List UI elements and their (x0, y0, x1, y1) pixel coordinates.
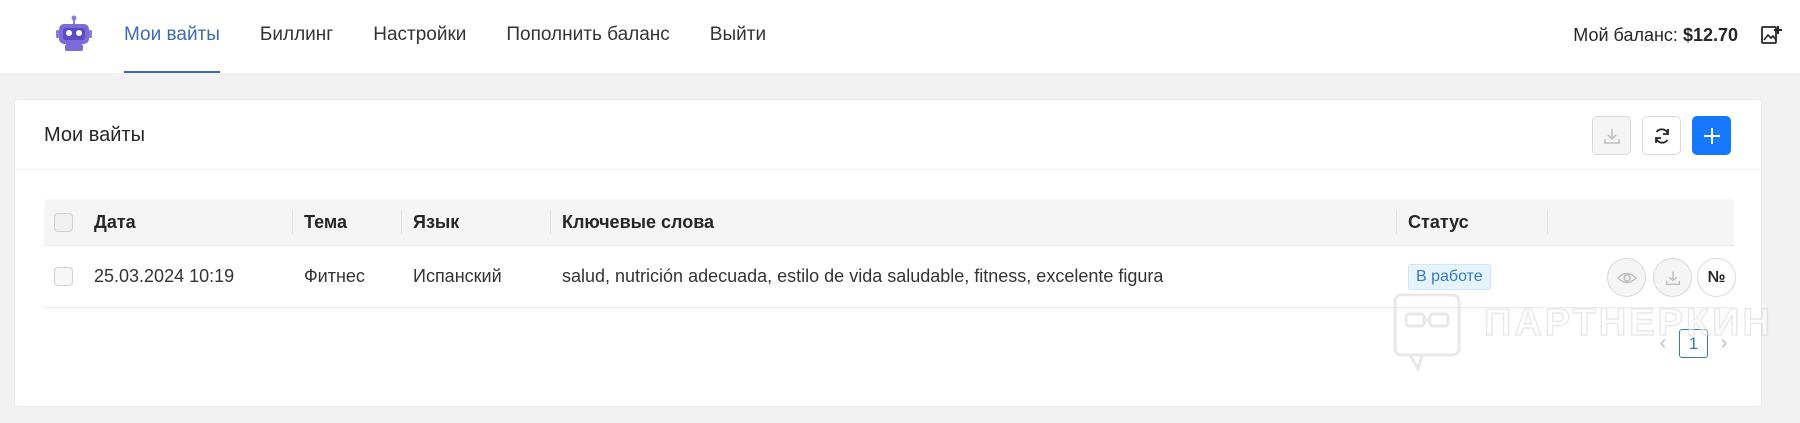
whites-table: Дата Тема Язык Ключевые слова Статус 25.… (44, 199, 1736, 308)
nav-item-billing[interactable]: Биллинг (260, 0, 333, 73)
table-header: Дата Тема Язык Ключевые слова Статус (44, 199, 1734, 246)
table-row[interactable]: 25.03.2024 10:19 Фитнес Испанский salud,… (44, 246, 1736, 308)
download-icon (1603, 128, 1620, 144)
column-divider (292, 211, 293, 234)
nav-item-settings[interactable]: Настройки (373, 0, 466, 73)
page-title: Мои вайты (44, 124, 145, 146)
nav-item-logout[interactable]: Выйти (710, 0, 766, 73)
add-white-button[interactable] (1692, 116, 1731, 155)
column-divider (1547, 211, 1548, 234)
whites-card: Мои вайты Дата Тема Язык Ключевые слова … (14, 99, 1762, 407)
download-row-button[interactable] (1653, 258, 1692, 297)
row-topic: Фитнес (304, 266, 365, 286)
status-badge: В работе (1408, 263, 1491, 290)
number-button[interactable]: № (1697, 258, 1736, 297)
page-current[interactable]: 1 (1679, 329, 1708, 358)
column-header-status[interactable]: Статус (1408, 199, 1469, 245)
balance-display: Мой баланс: $12.70 (1573, 0, 1738, 73)
column-header-date[interactable]: Дата (94, 199, 136, 245)
column-divider (550, 211, 551, 234)
eye-icon (1616, 272, 1637, 283)
card-header: Мои вайты (15, 100, 1761, 170)
column-header-language[interactable]: Язык (413, 199, 459, 245)
chevron-left-icon[interactable]: ‹ (1651, 332, 1675, 355)
pagination: ‹ 1 › (1651, 329, 1736, 358)
robot-logo-icon[interactable] (56, 15, 92, 53)
row-status-cell: В работе (1408, 246, 1491, 307)
top-navbar: Мои вайты Биллинг Настройки Пополнить ба… (0, 0, 1800, 73)
nav-item-top-up[interactable]: Пополнить баланс (506, 0, 669, 73)
refresh-icon (1654, 127, 1669, 144)
balance-label: Мой баланс: (1573, 25, 1678, 45)
add-image-icon[interactable] (1760, 24, 1782, 46)
main-nav: Мои вайты Биллинг Настройки Пополнить ба… (124, 0, 806, 73)
plus-icon (1703, 127, 1720, 144)
row-keywords: salud, nutrición adecuada, estilo de vid… (562, 266, 1164, 286)
refresh-button[interactable] (1642, 116, 1681, 155)
column-header-keywords[interactable]: Ключевые слова (562, 199, 714, 245)
view-button[interactable] (1607, 258, 1646, 297)
download-all-button[interactable] (1592, 116, 1631, 155)
column-divider (401, 211, 402, 234)
column-header-topic[interactable]: Тема (304, 199, 347, 245)
balance-value: $12.70 (1682, 25, 1738, 45)
row-date: 25.03.2024 10:19 (94, 266, 235, 286)
chevron-right-icon[interactable]: › (1712, 332, 1736, 355)
select-all-checkbox[interactable] (54, 213, 73, 232)
nav-item-my-whites[interactable]: Мои вайты (124, 0, 220, 73)
row-checkbox[interactable] (54, 267, 73, 286)
column-divider (1396, 211, 1397, 234)
download-icon (1665, 271, 1680, 285)
row-language: Испанский (413, 266, 502, 286)
